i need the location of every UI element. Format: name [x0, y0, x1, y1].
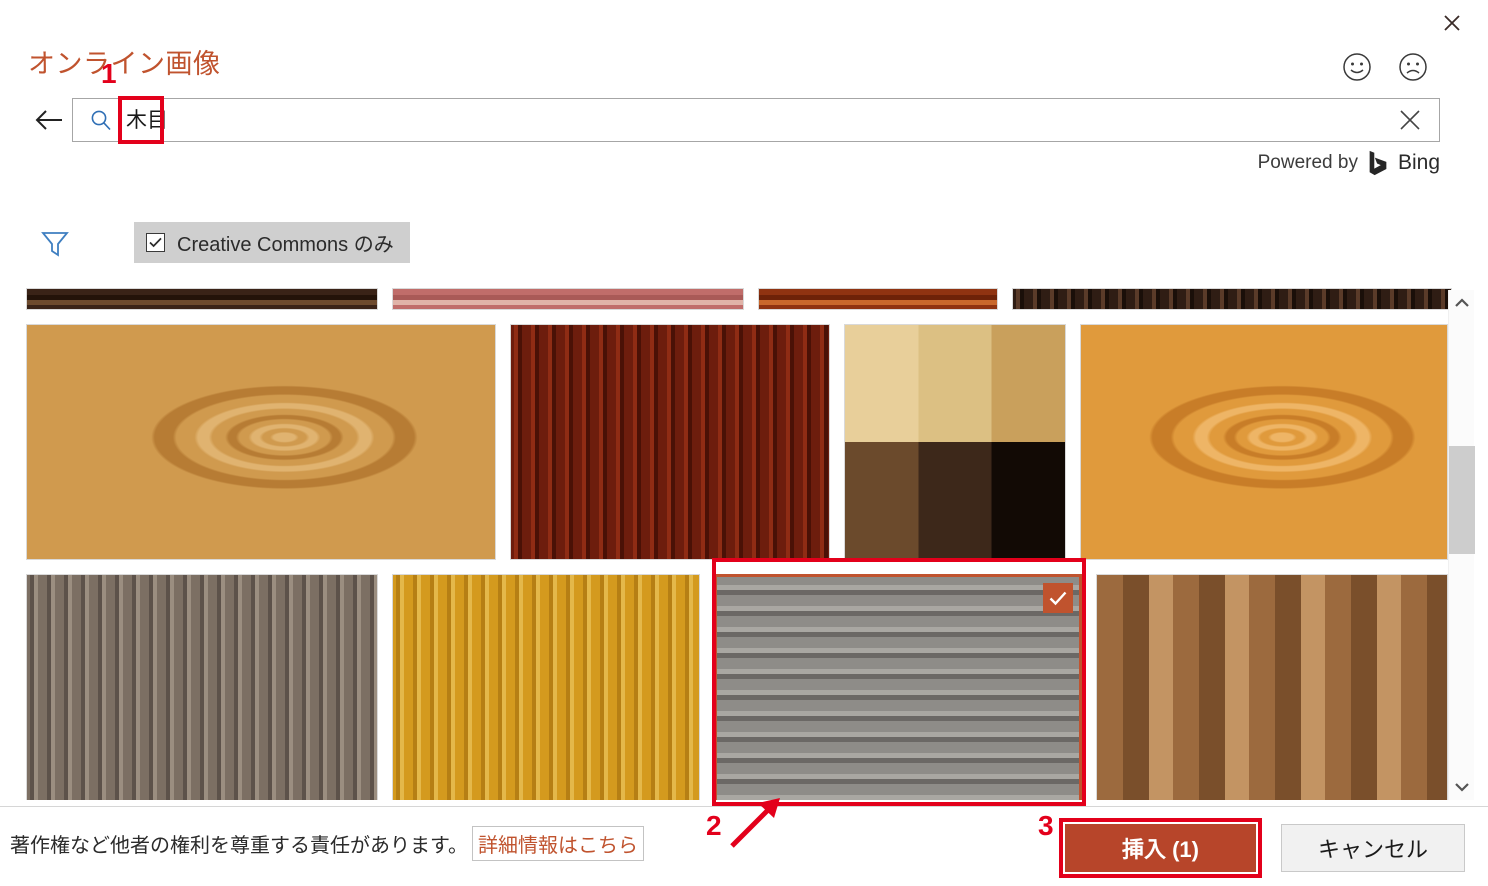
scrollbar-thumb[interactable] — [1449, 446, 1475, 554]
image-thumbnail-gray-vertical-planks[interactable] — [26, 574, 378, 800]
powered-by-label: Powered by — [1257, 152, 1358, 173]
results-scrollbar[interactable] — [1448, 290, 1475, 800]
bing-label: Bing — [1397, 151, 1440, 174]
selected-check-icon — [1043, 583, 1073, 613]
image-thumbnail-pink-painted-plank[interactable] — [392, 288, 744, 310]
filter-row: Creative Commons のみ — [38, 222, 410, 263]
copyright-text: 著作権など他者の権利を尊重する責任があります。 — [10, 835, 468, 857]
image-thumbnail-gray-weathered-boards[interactable] — [714, 574, 1082, 800]
image-thumbnail-dark-brown-plank[interactable] — [26, 288, 378, 310]
feedback-icons — [1342, 52, 1428, 82]
cancel-button[interactable]: キャンセル — [1281, 824, 1465, 872]
image-thumbnail-brown-parquet[interactable] — [1096, 574, 1448, 800]
smiley-happy-icon[interactable] — [1342, 52, 1372, 82]
creative-commons-checkbox[interactable] — [146, 233, 165, 252]
more-info-link[interactable]: 詳細情報はこちら — [472, 826, 644, 861]
search-icon — [91, 110, 111, 131]
copyright-notice: 著作権など他者の権利を尊重する責任があります。 詳細情報はこちら — [10, 826, 644, 861]
image-thumbnail-golden-oak-swirl[interactable] — [26, 324, 496, 560]
thumbnail-row-2 — [26, 574, 1454, 800]
filter-funnel-icon[interactable] — [38, 226, 72, 260]
search-input-value: 木目 — [126, 107, 168, 132]
close-icon[interactable] — [1430, 4, 1474, 42]
chevron-up-icon[interactable] — [1449, 290, 1475, 316]
footer-divider — [0, 806, 1488, 807]
back-arrow-icon[interactable] — [26, 98, 72, 142]
image-thumbnail-yellow-painted-planks[interactable] — [392, 574, 700, 800]
thumbnail-row-1 — [26, 324, 1454, 560]
clear-icon[interactable] — [1397, 107, 1423, 133]
insert-button[interactable]: 挿入 (1) — [1063, 822, 1258, 874]
thumbnail-row-partial — [26, 288, 1454, 310]
creative-commons-label: Creative Commons のみ — [177, 234, 394, 256]
search-input[interactable]: 木目 — [72, 98, 1440, 142]
image-thumbnail-dark-mahogany-grain[interactable] — [510, 324, 830, 560]
bing-logo-icon — [1369, 150, 1387, 176]
image-thumbnail-red-orange-plank[interactable] — [758, 288, 998, 310]
image-results-grid — [26, 288, 1454, 800]
image-thumbnail-dark-vertical-planks[interactable] — [1012, 288, 1452, 310]
scrollbar-track[interactable] — [1449, 316, 1475, 774]
annotation-step-2: 2 — [706, 810, 722, 841]
annotation-step-3: 3 — [1038, 810, 1054, 841]
image-thumbnail-wood-tone-swatches[interactable] — [844, 324, 1066, 560]
creative-commons-filter[interactable]: Creative Commons のみ — [134, 222, 410, 263]
smiley-sad-icon[interactable] — [1398, 52, 1428, 82]
powered-by-bing: Powered by Bing — [1258, 150, 1440, 176]
annotation-arrow — [730, 798, 780, 848]
image-thumbnail-orange-wood-grain[interactable] — [1080, 324, 1448, 560]
page-title: オンライン画像 — [28, 49, 221, 79]
chevron-down-icon[interactable] — [1449, 774, 1475, 800]
search-row: 木目 — [26, 98, 1440, 142]
online-pictures-dialog: オンライン画像 木目 Powered by Bing Creative Comm… — [0, 0, 1488, 886]
check-icon — [149, 237, 162, 248]
